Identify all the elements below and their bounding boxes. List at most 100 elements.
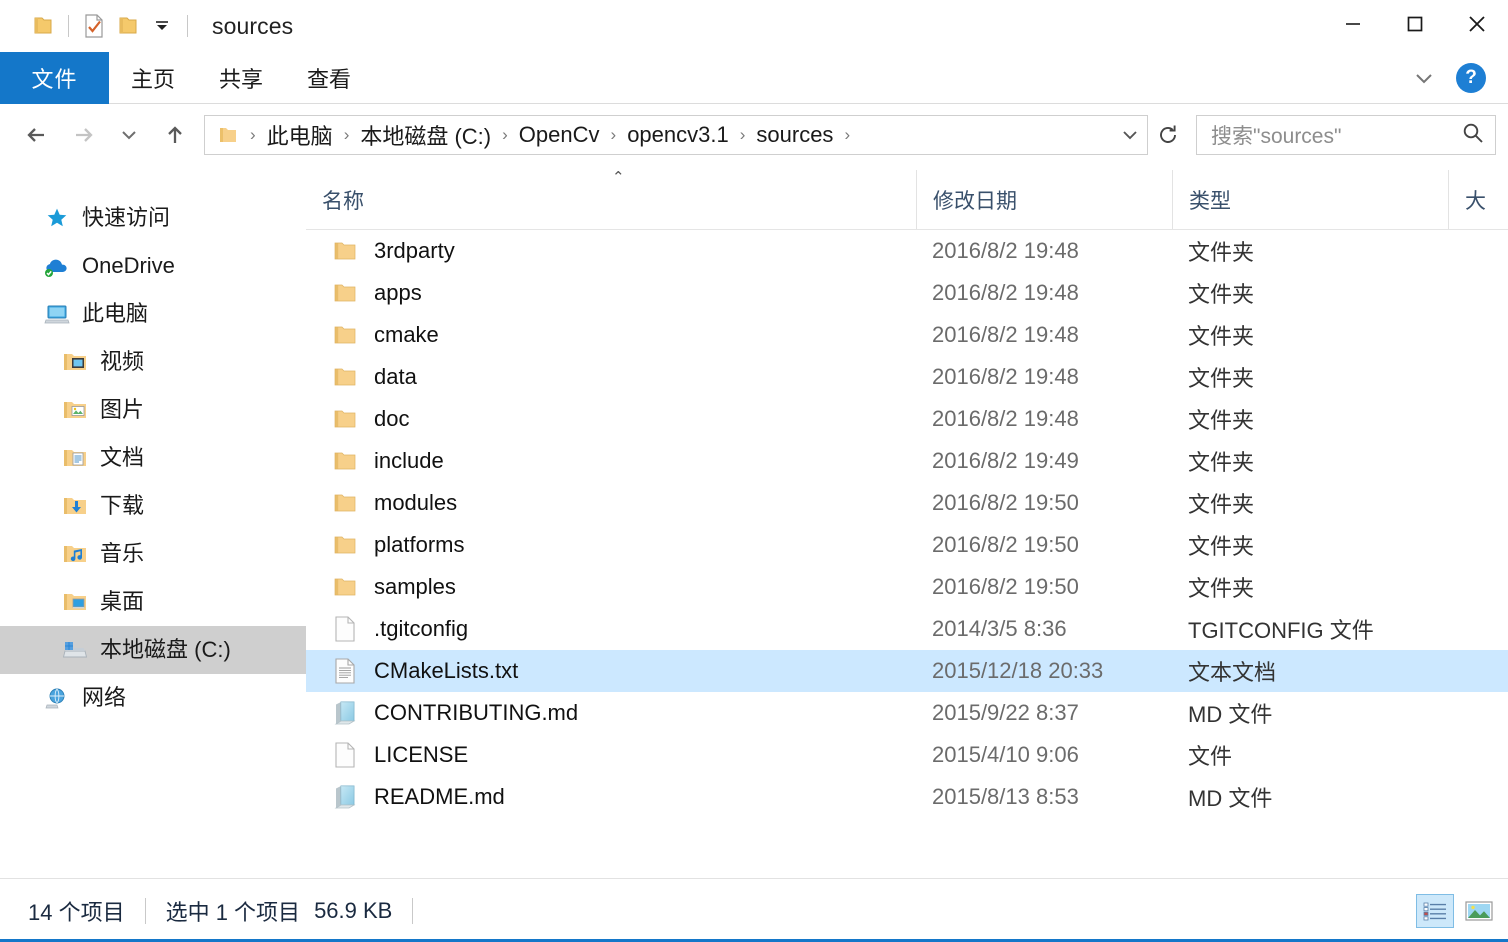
table-row[interactable]: platforms 2016/8/2 19:50 文件夹 [306, 524, 1508, 566]
sidebar-item-local-disk-c[interactable]: 本地磁盘 (C:) [0, 626, 306, 674]
forward-button[interactable] [60, 112, 106, 158]
file-type-cell: 文件夹 [1188, 366, 1255, 391]
file-date-cell: 2015/4/10 9:06 [932, 742, 1079, 767]
table-row[interactable]: cmake 2016/8/2 19:48 文件夹 [306, 314, 1508, 356]
tab-share[interactable]: 共享 [197, 52, 285, 104]
up-button[interactable] [152, 112, 198, 158]
breadcrumb-folder-icon[interactable] [215, 122, 241, 148]
file-rows: 3rdparty 2016/8/2 19:48 文件夹 apps 2016/8/2 19… [306, 230, 1508, 818]
column-header-date[interactable]: 修改日期 [916, 170, 1172, 229]
file-date-cell: 2016/8/2 19:48 [932, 322, 1079, 347]
file-date-cell: 2016/8/2 19:50 [932, 490, 1079, 515]
breadcrumb-item-0[interactable]: 此电脑 [265, 119, 335, 151]
folder-icon [332, 405, 358, 433]
breadcrumb-item-2[interactable]: OpenCv [517, 122, 602, 148]
table-row[interactable]: CONTRIBUTING.md 2015/9/22 8:37 MD 文件 [306, 692, 1508, 734]
folder-icon[interactable] [26, 9, 60, 43]
sidebar-item-label: OneDrive [82, 253, 175, 278]
folder-icon [332, 489, 358, 517]
breadcrumb-item-3[interactable]: opencv3.1 [625, 122, 731, 148]
folder-icon [332, 279, 358, 307]
search-icon[interactable] [1461, 121, 1485, 150]
file-name-cell: include [306, 447, 916, 475]
large-icons-view-button[interactable] [1460, 894, 1498, 928]
cloud-icon [44, 253, 70, 279]
minimize-button[interactable] [1322, 0, 1384, 48]
file-type-cell: MD 文件 [1188, 702, 1273, 727]
main-content: 快速访问 OneDrive 此电脑 视频 图片 文档 下载 音乐 桌面 本地磁盘… [0, 169, 1508, 878]
breadcrumb-item-4[interactable]: sources [754, 122, 835, 148]
close-button[interactable] [1446, 0, 1508, 48]
tab-home[interactable]: 主页 [109, 52, 197, 104]
ribbon-right-controls: ? [1402, 52, 1500, 104]
sidebar-item-documents[interactable]: 文档 [0, 434, 306, 482]
recent-locations-button[interactable] [106, 112, 152, 158]
address-bar[interactable]: › 此电脑 › 本地磁盘 (C:) › OpenCv › opencv3.1 ›… [204, 115, 1148, 155]
status-separator-1 [144, 897, 146, 924]
file-list-pane: ⌃ 名称 修改日期 类型 大 3rdparty 2016/8/2 19:48 文件夹… [306, 169, 1508, 878]
tab-file[interactable]: 文件 [0, 52, 109, 104]
drive-icon [62, 637, 88, 663]
search-input[interactable]: 搜索"sources" [1211, 120, 1461, 150]
breadcrumb-separator-2: › [502, 125, 508, 144]
column-header-name[interactable]: 名称 [306, 170, 916, 229]
folder-icon [332, 321, 358, 349]
file-date-cell: 2016/8/2 19:50 [932, 532, 1079, 557]
desktop-folder-icon [62, 589, 88, 615]
file-name-label: cmake [374, 322, 439, 347]
file-type-cell: 文本文档 [1188, 660, 1277, 685]
table-row[interactable]: include 2016/8/2 19:49 文件夹 [306, 440, 1508, 482]
column-header-size[interactable]: 大 [1448, 170, 1508, 229]
table-row[interactable]: 3rdparty 2016/8/2 19:48 文件夹 [306, 230, 1508, 272]
sidebar-item-network[interactable]: 网络 [0, 674, 306, 722]
sidebar-item-label: 网络 [82, 685, 127, 710]
sidebar-item-this-pc[interactable]: 此电脑 [0, 290, 306, 338]
file-type-cell: MD 文件 [1188, 786, 1273, 811]
table-row[interactable]: samples 2016/8/2 19:50 文件夹 [306, 566, 1508, 608]
sidebar-item-music[interactable]: 音乐 [0, 530, 306, 578]
file-name-cell: cmake [306, 321, 916, 349]
downloads-folder-icon [62, 493, 88, 519]
pictures-folder-icon [62, 397, 88, 423]
breadcrumb-item-1[interactable]: 本地磁盘 (C:) [358, 119, 493, 151]
help-button[interactable]: ? [1456, 63, 1486, 93]
status-separator-2 [412, 897, 414, 924]
table-row[interactable]: data 2016/8/2 19:48 文件夹 [306, 356, 1508, 398]
details-view-button[interactable] [1416, 893, 1454, 928]
title-bar: sources [0, 0, 1508, 52]
sidebar-item-pictures[interactable]: 图片 [0, 386, 306, 434]
file-name-label: README.md [374, 784, 505, 809]
tab-view[interactable]: 查看 [285, 52, 373, 104]
sidebar-item-downloads[interactable]: 下载 [0, 482, 306, 530]
sidebar-item-videos[interactable]: 视频 [0, 338, 306, 386]
file-name-label: 3rdparty [374, 238, 455, 263]
new-folder-icon[interactable] [111, 9, 145, 43]
table-row[interactable]: .tgitconfig 2014/3/5 8:36 TGITCONFIG 文件 [306, 608, 1508, 650]
address-bar-right [1113, 116, 1147, 154]
table-row[interactable]: doc 2016/8/2 19:48 文件夹 [306, 398, 1508, 440]
table-row[interactable]: apps 2016/8/2 19:48 文件夹 [306, 272, 1508, 314]
table-row[interactable]: README.md 2015/8/13 8:53 MD 文件 [306, 776, 1508, 818]
tab-share-label: 共享 [219, 67, 264, 92]
table-row[interactable]: LICENSE 2015/4/10 9:06 文件 [306, 734, 1508, 776]
sidebar-item-label: 本地磁盘 (C:) [100, 637, 231, 662]
maximize-button[interactable] [1384, 0, 1446, 48]
sidebar-item-desktop[interactable]: 桌面 [0, 578, 306, 626]
sidebar-item-quick-access[interactable]: 快速访问 [0, 194, 306, 242]
address-history-dropdown-icon[interactable] [1113, 116, 1147, 154]
file-name-cell: LICENSE [306, 741, 916, 769]
table-row[interactable]: CMakeLists.txt 2015/12/18 20:33 文本文档 [306, 650, 1508, 692]
search-box[interactable]: 搜索"sources" [1196, 115, 1496, 155]
chevron-down-icon[interactable] [1402, 56, 1446, 100]
table-row[interactable]: modules 2016/8/2 19:50 文件夹 [306, 482, 1508, 524]
refresh-button[interactable] [1148, 115, 1188, 155]
back-button[interactable] [14, 112, 60, 158]
file-name-label: modules [374, 490, 458, 515]
file-name-cell: samples [306, 573, 916, 601]
customize-dropdown-icon[interactable] [145, 9, 179, 43]
breadcrumb-separator-3: › [610, 125, 617, 144]
blank-file-icon [332, 615, 358, 643]
properties-icon[interactable] [77, 9, 111, 43]
column-header-type[interactable]: 类型 [1172, 170, 1448, 229]
sidebar-item-onedrive[interactable]: OneDrive [0, 242, 306, 290]
